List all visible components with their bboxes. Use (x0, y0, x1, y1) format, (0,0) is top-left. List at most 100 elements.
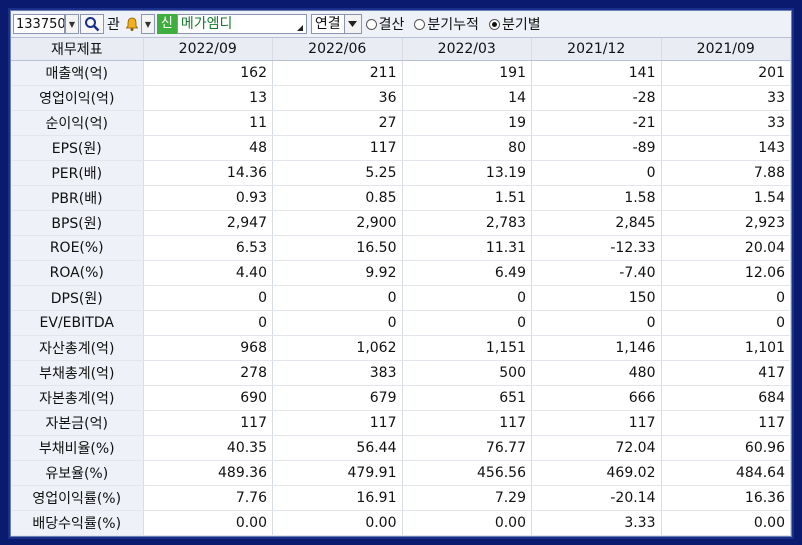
period-header[interactable]: 2021/09 (661, 38, 791, 61)
radio-circle-icon (414, 18, 426, 30)
alert-dropdown-button[interactable]: ▼ (140, 14, 155, 34)
table-row[interactable]: PBR(배) 0.93 0.85 1.51 1.58 1.54 (11, 185, 791, 211)
company-name: 메가엠디 (180, 16, 233, 32)
table-cell: 0.85 (272, 185, 403, 211)
period-header[interactable]: 2021/12 (531, 38, 662, 61)
search-button[interactable] (80, 14, 104, 34)
table-cell: 7.88 (661, 160, 791, 186)
table-cell: 2,923 (661, 210, 791, 236)
table-cell: 456.56 (402, 460, 532, 486)
table-cell: 14.36 (143, 160, 273, 186)
radio-quarter-cumulative[interactable]: 분기누적 (414, 14, 479, 34)
table-cell: 0.93 (143, 185, 273, 211)
row-label: 영업이익(억) (11, 85, 144, 111)
table-cell: 13.19 (402, 160, 532, 186)
stock-code-input[interactable]: 133750 (13, 14, 65, 34)
table-cell: 968 (143, 335, 273, 361)
table-cell: 0.00 (272, 510, 403, 536)
table-cell: 417 (661, 360, 791, 386)
row-label: 매출액(억) (11, 60, 144, 86)
table-cell: 480 (531, 360, 662, 386)
company-name-field[interactable]: 메가엠디 (176, 14, 307, 34)
table-cell: 690 (143, 385, 273, 411)
table-cell: 684 (661, 385, 791, 411)
search-icon (85, 17, 100, 32)
table-cell: 150 (531, 285, 662, 311)
radio-label: 결산 (378, 17, 405, 33)
table-row[interactable]: PER(배) 14.36 5.25 13.19 0 7.88 (11, 160, 791, 186)
table-cell: 500 (402, 360, 532, 386)
table-cell: 0 (272, 285, 403, 311)
radio-selected-icon (488, 18, 500, 30)
bell-icon (125, 17, 139, 31)
table-row[interactable]: 배당수익률(%) 0.00 0.00 0.00 3.33 0.00 (11, 510, 791, 536)
chevron-down-icon (343, 15, 361, 33)
new-badge: 신 (156, 14, 177, 34)
table-cell: -20.14 (531, 485, 662, 511)
row-label: PBR(배) (11, 185, 144, 211)
table-cell: 56.44 (272, 435, 403, 461)
table-row[interactable]: DPS(원) 0 0 0 150 0 (11, 285, 791, 311)
table-row[interactable]: ROA(%) 4.40 9.92 6.49 -7.40 12.06 (11, 260, 791, 286)
row-label: BPS(원) (11, 210, 144, 236)
chevron-down-icon: ▼ (68, 19, 76, 29)
table-cell: 666 (531, 385, 662, 411)
table-row[interactable]: 영업이익률(%) 7.76 16.91 7.29 -20.14 16.36 (11, 485, 791, 511)
table-cell: -12.33 (531, 235, 662, 261)
table-cell: 76.77 (402, 435, 532, 461)
radio-annual[interactable]: 결산 (365, 14, 405, 34)
radio-label: 분기누적 (427, 17, 479, 33)
table-cell: 0 (402, 285, 532, 311)
table-row[interactable]: 자산총계(억) 968 1,062 1,151 1,146 1,101 (11, 335, 791, 361)
table-row[interactable]: 순이익(억) 11 27 19 -21 33 (11, 110, 791, 136)
table-cell: 1,151 (402, 335, 532, 361)
table-row[interactable]: EPS(원) 48 117 80 -89 143 (11, 135, 791, 161)
alert-button[interactable] (123, 14, 141, 34)
period-header[interactable]: 2022/03 (402, 38, 532, 61)
table-cell: 12.06 (661, 260, 791, 286)
table-cell: 0 (143, 285, 273, 311)
toolbar: 133750 ▼ 관 ▼ 신 메가엠디 연결 결산 분기누적 분기별 (11, 11, 791, 38)
table-cell: 211 (272, 60, 403, 86)
table-cell: 0.00 (661, 510, 791, 536)
table-row[interactable]: 매출액(억) 162 211 191 141 201 (11, 60, 791, 86)
table-cell: 479.91 (272, 460, 403, 486)
row-label: EV/EBITDA (11, 310, 144, 336)
code-dropdown-button[interactable]: ▼ (65, 14, 79, 34)
period-header[interactable]: 2022/09 (143, 38, 273, 61)
table-row[interactable]: 부채비율(%) 40.35 56.44 76.77 72.04 60.96 (11, 435, 791, 461)
table-cell: 6.53 (143, 235, 273, 261)
table-cell: 0.00 (402, 510, 532, 536)
table-row[interactable]: ROE(%) 6.53 16.50 11.31 -12.33 20.04 (11, 235, 791, 261)
table-row[interactable]: BPS(원) 2,947 2,900 2,783 2,845 2,923 (11, 210, 791, 236)
radio-quarterly[interactable]: 분기별 (488, 14, 541, 34)
table-cell: 1,101 (661, 335, 791, 361)
table-row[interactable]: 유보율(%) 489.36 479.91 456.56 469.02 484.64 (11, 460, 791, 486)
row-label: 순이익(억) (11, 110, 144, 136)
table-cell: 201 (661, 60, 791, 86)
table-cell: 6.49 (402, 260, 532, 286)
table-row[interactable]: EV/EBITDA 0 0 0 0 0 (11, 310, 791, 336)
table-cell: 16.50 (272, 235, 403, 261)
resize-corner-icon (296, 25, 303, 31)
financial-table: 재무제표 2022/09 2022/06 2022/03 2021/12 202… (11, 38, 791, 536)
table-cell: -7.40 (531, 260, 662, 286)
table-cell: 19 (402, 110, 532, 136)
period-radio-group: 결산 분기누적 분기별 (365, 14, 551, 34)
table-cell: 117 (143, 410, 273, 436)
gwan-label[interactable]: 관 (107, 14, 120, 34)
table-cell: 13 (143, 85, 273, 111)
table-cell: 27 (272, 110, 403, 136)
table-cell: 2,783 (402, 210, 532, 236)
report-type-select[interactable]: 연결 (310, 14, 362, 34)
table-row[interactable]: 자본총계(억) 690 679 651 666 684 (11, 385, 791, 411)
table-cell: 191 (402, 60, 532, 86)
table-cell: 40.35 (143, 435, 273, 461)
table-cell: 16.36 (661, 485, 791, 511)
period-header[interactable]: 2022/06 (272, 38, 403, 61)
table-row[interactable]: 영업이익(억) 13 36 14 -28 33 (11, 85, 791, 111)
table-cell: 484.64 (661, 460, 791, 486)
table-row[interactable]: 부채총계(억) 278 383 500 480 417 (11, 360, 791, 386)
table-row[interactable]: 자본금(억) 117 117 117 117 117 (11, 410, 791, 436)
row-label: EPS(원) (11, 135, 144, 161)
